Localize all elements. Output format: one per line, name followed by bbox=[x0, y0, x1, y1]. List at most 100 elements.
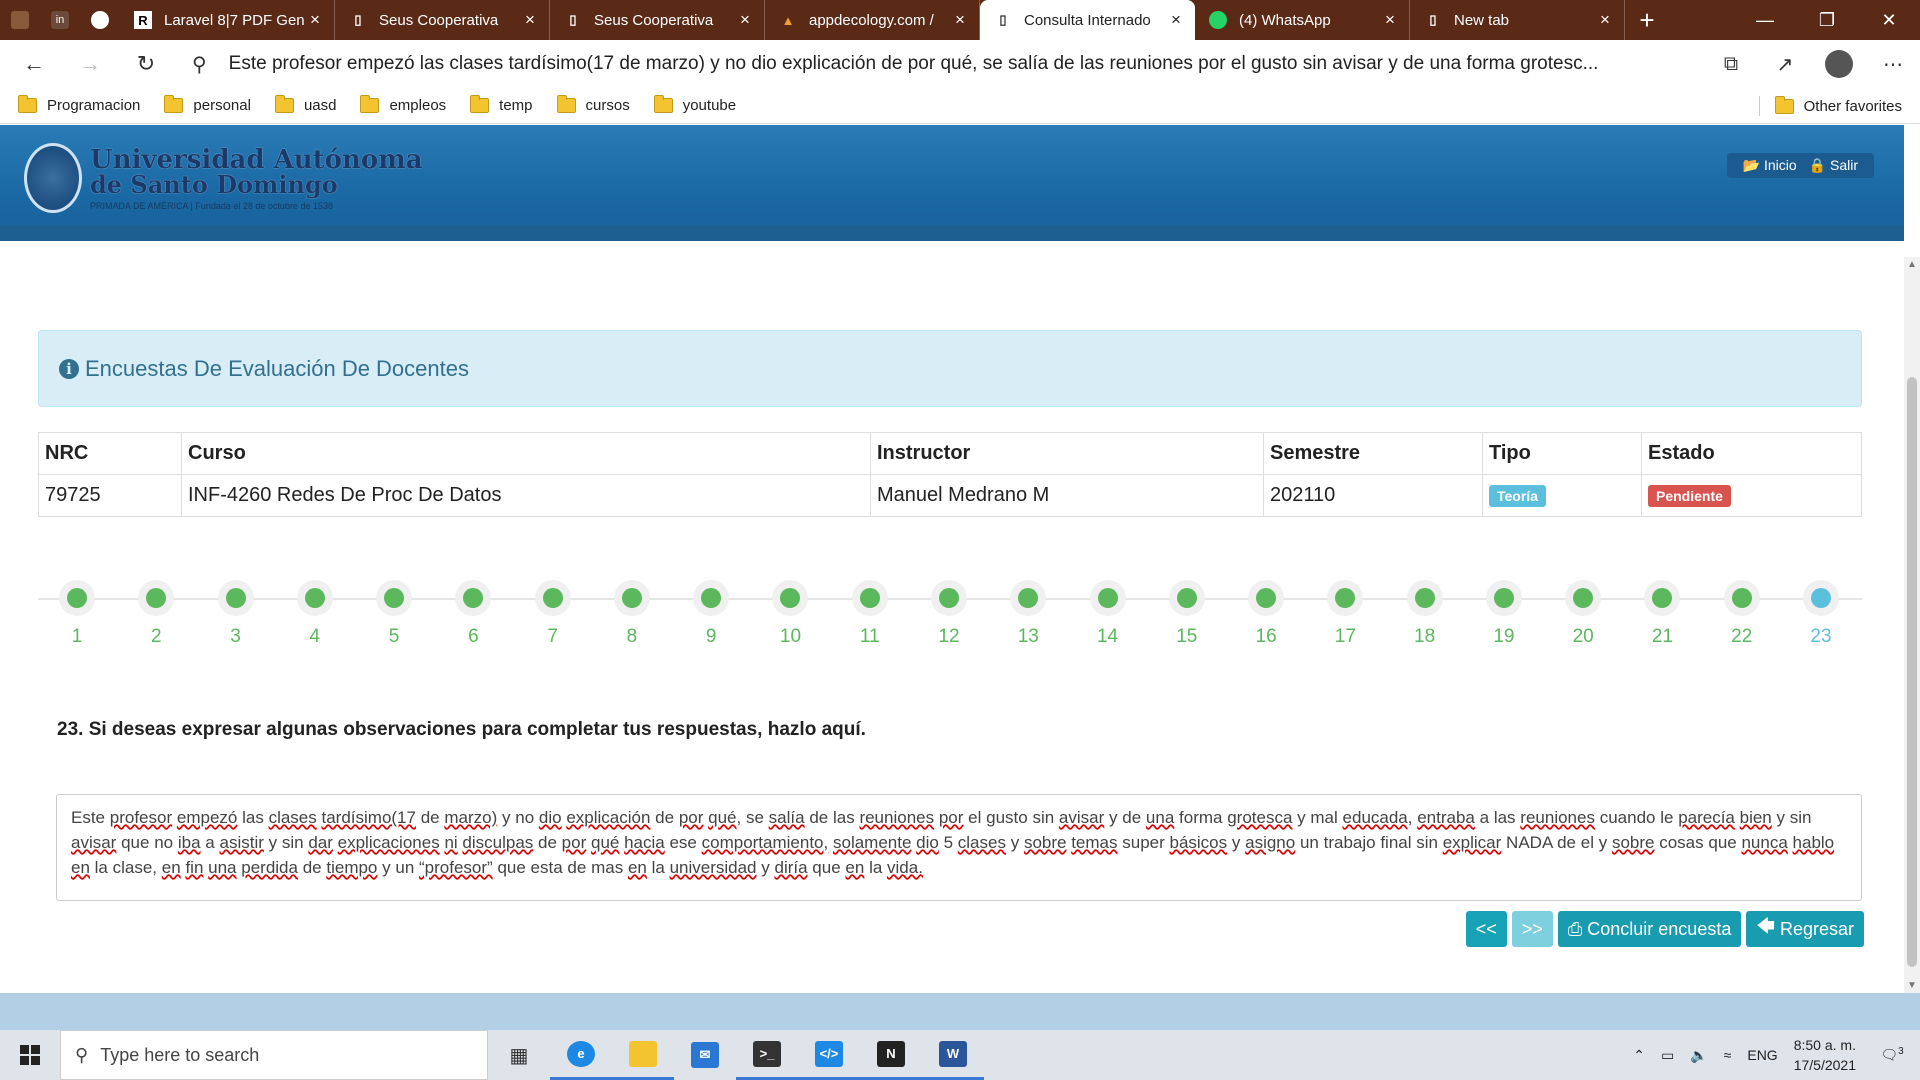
forward-button[interactable]: → bbox=[68, 42, 112, 86]
share-icon[interactable]: ↗ bbox=[1758, 52, 1812, 77]
close-tab-icon[interactable]: × bbox=[1381, 10, 1399, 30]
close-tab-icon[interactable]: × bbox=[1596, 10, 1614, 30]
mail-icon[interactable]: ✉ bbox=[674, 1030, 736, 1080]
close-tab-icon[interactable]: × bbox=[736, 10, 754, 30]
step-14[interactable]: 14 bbox=[1078, 580, 1138, 648]
info-banner-title: Encuestas De Evaluación De Docentes bbox=[85, 355, 469, 381]
bookmark-folder[interactable]: empleos bbox=[360, 95, 446, 114]
back-button-page[interactable]: 🡄 Regresar bbox=[1746, 911, 1864, 947]
step-9[interactable]: 9 bbox=[681, 580, 741, 648]
browser-tab[interactable]: ▯ Consulta Internado × bbox=[980, 0, 1195, 40]
task-view-icon[interactable]: ▦ bbox=[488, 1030, 550, 1080]
scroll-up-arrow[interactable]: ▲ bbox=[1904, 259, 1920, 270]
observations-textarea[interactable]: Este profesor empezó las clases tardísim… bbox=[56, 794, 1862, 901]
close-window-button[interactable]: ✕ bbox=[1858, 0, 1920, 40]
bookmark-folder[interactable]: uasd bbox=[274, 95, 336, 114]
profile-avatar[interactable] bbox=[1812, 50, 1866, 78]
scroll-thumb[interactable] bbox=[1907, 377, 1917, 967]
step-20[interactable]: 20 bbox=[1553, 580, 1613, 648]
step-number: 1 bbox=[71, 626, 83, 647]
tab-title: (4) WhatsApp bbox=[1239, 11, 1331, 29]
step-8[interactable]: 8 bbox=[602, 580, 662, 648]
language-indicator[interactable]: ENG bbox=[1747, 1047, 1777, 1063]
bookmark-folder[interactable]: Programacion bbox=[18, 95, 140, 114]
folder-icon bbox=[274, 95, 294, 113]
step-number: 20 bbox=[1572, 626, 1594, 647]
step-13[interactable]: 13 bbox=[998, 580, 1058, 648]
step-5[interactable]: 5 bbox=[364, 580, 424, 648]
step-21[interactable]: 21 bbox=[1632, 580, 1692, 648]
clock[interactable]: 8:50 a. m. 17/5/2021 bbox=[1794, 1035, 1856, 1075]
start-button[interactable] bbox=[0, 1030, 60, 1080]
other-favorites[interactable]: Other favorites bbox=[1774, 88, 1902, 124]
taskbar-search[interactable]: ⚲ Type here to search bbox=[60, 1030, 488, 1080]
step-2[interactable]: 2 bbox=[126, 580, 186, 648]
vscode-icon[interactable]: </> bbox=[798, 1030, 860, 1080]
notion-icon[interactable]: N bbox=[860, 1030, 922, 1080]
scroll-down-arrow[interactable]: ▼ bbox=[1904, 980, 1920, 991]
step-12[interactable]: 12 bbox=[919, 580, 979, 648]
volume-icon[interactable]: 🔈 bbox=[1690, 1047, 1707, 1064]
bookmark-folder[interactable]: personal bbox=[164, 95, 251, 114]
step-11[interactable]: 11 bbox=[840, 580, 900, 648]
new-tab-button[interactable]: + bbox=[1625, 0, 1669, 40]
terminal-icon[interactable]: >_ bbox=[736, 1030, 798, 1080]
collections-icon[interactable]: ⧉ bbox=[1704, 53, 1758, 76]
edge-icon[interactable]: e bbox=[550, 1030, 612, 1080]
omnibox[interactable]: ⚲ Este profesor empezó las clases tardís… bbox=[180, 46, 1680, 82]
pinned-tab[interactable] bbox=[0, 0, 40, 40]
tray-chevron-icon[interactable]: ⌃ bbox=[1633, 1047, 1645, 1064]
step-16[interactable]: 16 bbox=[1236, 580, 1296, 648]
back-button[interactable]: ← bbox=[12, 42, 56, 86]
salir-link[interactable]: 🔒 Salir bbox=[1809, 157, 1858, 174]
step-dot bbox=[1010, 580, 1047, 616]
survey-actions: << >> ⎙ Concluir encuesta 🡄 Regresar bbox=[1461, 911, 1864, 947]
close-tab-icon[interactable]: × bbox=[306, 10, 324, 30]
notifications-icon[interactable]: 🗨3 bbox=[1872, 1046, 1912, 1064]
step-3[interactable]: 3 bbox=[206, 580, 266, 648]
browser-tab[interactable]: (4) WhatsApp × bbox=[1195, 0, 1410, 40]
page-scrollbar[interactable]: ▲ ▼ bbox=[1904, 257, 1920, 993]
step-19[interactable]: 19 bbox=[1474, 580, 1534, 648]
step-number: 2 bbox=[150, 626, 162, 647]
wifi-icon[interactable]: ≈ bbox=[1724, 1047, 1732, 1063]
battery-icon[interactable]: ▭ bbox=[1661, 1047, 1674, 1064]
step-22[interactable]: 22 bbox=[1712, 580, 1772, 648]
step-6[interactable]: 6 bbox=[443, 580, 503, 648]
browser-tab[interactable]: ▯ Seus Cooperativa × bbox=[550, 0, 765, 40]
restore-button[interactable]: ❐ bbox=[1796, 0, 1858, 40]
bookmark-folder[interactable]: cursos bbox=[556, 95, 630, 114]
step-15[interactable]: 15 bbox=[1157, 580, 1217, 648]
step-17[interactable]: 17 bbox=[1315, 580, 1375, 648]
next-button[interactable]: >> bbox=[1511, 911, 1553, 947]
col-semestre: Semestre bbox=[1263, 432, 1483, 475]
browser-tab[interactable]: R Laravel 8|7 PDF Gen × bbox=[120, 0, 335, 40]
pinned-tab-google[interactable] bbox=[80, 0, 120, 40]
minimize-button[interactable]: — bbox=[1734, 0, 1796, 40]
close-tab-icon[interactable]: × bbox=[521, 10, 539, 30]
more-menu-icon[interactable]: ⋯ bbox=[1866, 52, 1920, 77]
step-23[interactable]: 23 bbox=[1791, 580, 1851, 648]
conclude-survey-button[interactable]: ⎙ Concluir encuesta bbox=[1557, 911, 1742, 947]
pinned-tab-linkedin[interactable]: in bbox=[40, 0, 80, 40]
refresh-button[interactable]: ↻ bbox=[124, 42, 168, 86]
bookmark-folder[interactable]: youtube bbox=[653, 95, 736, 114]
step-7[interactable]: 7 bbox=[523, 580, 583, 648]
step-1[interactable]: 1 bbox=[47, 580, 107, 648]
file-explorer-icon[interactable] bbox=[612, 1030, 674, 1080]
previous-button[interactable]: << bbox=[1465, 911, 1507, 947]
browser-tab[interactable]: ▯ Seus Cooperativa × bbox=[335, 0, 550, 40]
step-4[interactable]: 4 bbox=[285, 580, 345, 648]
folder-icon bbox=[18, 95, 37, 113]
word-icon[interactable]: W bbox=[922, 1030, 984, 1080]
close-tab-icon[interactable]: × bbox=[1167, 10, 1185, 30]
bookmark-folder[interactable]: temp bbox=[470, 95, 533, 114]
step-10[interactable]: 10 bbox=[760, 580, 820, 648]
inicio-link[interactable]: 📂 Inicio bbox=[1743, 157, 1797, 174]
step-18[interactable]: 18 bbox=[1395, 580, 1455, 648]
browser-tab[interactable]: ▲ appdecology.com / × bbox=[765, 0, 980, 40]
step-number: 5 bbox=[388, 626, 400, 647]
omnibox-text[interactable]: Este profesor empezó las clases tardísim… bbox=[229, 53, 1599, 75]
close-tab-icon[interactable]: × bbox=[951, 10, 969, 30]
browser-tab[interactable]: ▯ New tab × bbox=[1410, 0, 1625, 40]
